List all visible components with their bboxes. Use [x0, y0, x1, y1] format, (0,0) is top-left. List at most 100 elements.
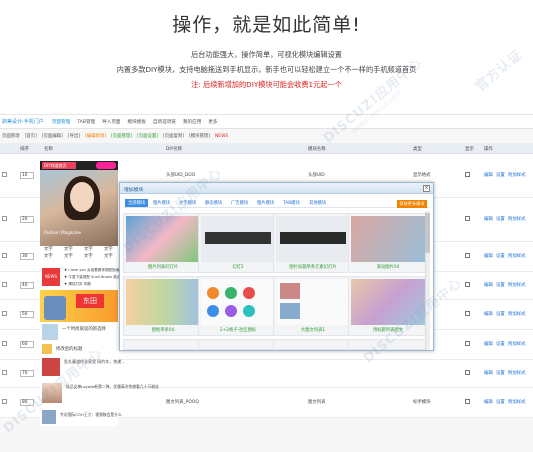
- order-input[interactable]: 20: [20, 216, 34, 223]
- row-checkbox[interactable]: [2, 370, 7, 375]
- tab-image-2[interactable]: 图片模块: [257, 200, 274, 206]
- edit-link[interactable]: 编辑: [484, 253, 493, 259]
- tab-tab-modules[interactable]: TAB模块: [283, 200, 300, 206]
- dialog-scroll-thumb[interactable]: [425, 213, 430, 253]
- grid-icon: [207, 305, 219, 317]
- subnav-edit[interactable]: [页面编辑]: [42, 133, 63, 139]
- module-card[interactable]: 大图文列表1: [273, 276, 353, 336]
- module-card[interactable]: [198, 339, 278, 350]
- promo-person-image: [44, 296, 66, 320]
- visible-checkbox[interactable]: [465, 282, 470, 287]
- edit-link[interactable]: 编辑: [484, 370, 493, 376]
- settings-link[interactable]: 设置: [496, 311, 505, 317]
- settings-link[interactable]: 设置: [496, 282, 505, 288]
- settings-link[interactable]: 设置: [496, 172, 505, 178]
- row-checkbox[interactable]: [2, 172, 7, 177]
- style-link[interactable]: 附加样式: [508, 311, 526, 317]
- grid-text: 文字: [64, 254, 73, 259]
- nav-item-more[interactable]: 更多: [208, 119, 217, 125]
- style-link[interactable]: 附加样式: [508, 253, 526, 259]
- row-checkbox[interactable]: [2, 399, 7, 404]
- edit-link[interactable]: 编辑: [484, 311, 493, 317]
- settings-link[interactable]: 设置: [496, 341, 505, 347]
- module-preview: [201, 279, 275, 325]
- subnav-copy[interactable]: [页面复制]: [163, 133, 184, 139]
- nav-item-pages[interactable]: 页面管理: [52, 119, 70, 125]
- visible-checkbox[interactable]: [465, 172, 470, 177]
- subnav-news[interactable]: NEWS: [215, 134, 228, 139]
- order-input[interactable]: 10: [20, 172, 34, 179]
- row-checkbox[interactable]: [2, 341, 7, 346]
- module-card[interactable]: 图片标题单条元素幻灯片: [273, 213, 353, 273]
- subnav-export[interactable]: [导出]: [68, 133, 80, 139]
- subnav-pages[interactable]: 页面管理: [2, 133, 20, 139]
- tab-static[interactable]: 静态模块: [205, 200, 222, 206]
- order-input[interactable]: 30: [20, 253, 34, 260]
- module-label: 图框单条04: [151, 328, 175, 333]
- list-item-text: 修改后的标题: [56, 347, 83, 352]
- nav-item-templates[interactable]: 模块模板: [128, 119, 146, 125]
- style-link[interactable]: 附加样式: [508, 341, 526, 347]
- settings-link[interactable]: 设置: [496, 370, 505, 376]
- visible-checkbox[interactable]: [465, 399, 470, 404]
- settings-link[interactable]: 设置: [496, 399, 505, 405]
- module-label: 大图文列表1: [300, 328, 326, 333]
- edit-link[interactable]: 编辑: [484, 282, 493, 288]
- style-link[interactable]: 附加样式: [508, 282, 526, 288]
- edit-link[interactable]: 编辑: [484, 172, 493, 178]
- diy-name-cell: 头部UID_DOO: [166, 173, 196, 178]
- settings-link[interactable]: 设置: [496, 216, 505, 222]
- list-item[interactable]: 一个时尚家居的新选择: [40, 322, 118, 342]
- module-card[interactable]: [123, 339, 203, 350]
- get-more-modules-button[interactable]: 获取更多模块: [397, 200, 427, 208]
- module-card[interactable]: 滚动图片04: [348, 213, 428, 273]
- list-item[interactable]: 专访国际COO王力：视频移会是什么: [40, 408, 122, 426]
- module-card[interactable]: 幻灯2: [198, 213, 278, 273]
- nav-item-tabs[interactable]: TAB管理: [77, 119, 95, 125]
- module-card[interactable]: 2+2格子-社区图标: [198, 276, 278, 336]
- style-link[interactable]: 附加样式: [508, 216, 526, 222]
- order-input[interactable]: 40: [20, 282, 34, 289]
- tab-ads[interactable]: 广告模块: [231, 200, 248, 206]
- subnav-home[interactable]: [首页]: [25, 133, 37, 139]
- module-label: 图片标题单条元素幻灯片: [289, 265, 337, 270]
- order-input[interactable]: 70: [20, 370, 34, 377]
- visible-checkbox[interactable]: [465, 253, 470, 258]
- tab-all[interactable]: 全部模块: [125, 199, 149, 207]
- subnav-add[interactable]: [编辑新增]: [85, 133, 106, 139]
- subnav-manage[interactable]: [页面管理]: [111, 133, 132, 139]
- row-checkbox[interactable]: [2, 311, 7, 316]
- module-card[interactable]: [273, 339, 353, 350]
- row-checkbox[interactable]: [2, 253, 7, 258]
- visible-checkbox[interactable]: [465, 341, 470, 346]
- edit-link[interactable]: 编辑: [484, 216, 493, 222]
- subnav-modules[interactable]: [模块管理]: [189, 133, 210, 139]
- nav-item-import[interactable]: 导入页面: [102, 119, 120, 125]
- visible-checkbox[interactable]: [465, 370, 470, 375]
- style-link[interactable]: 附加样式: [508, 370, 526, 376]
- th-diy-name: DIY名称: [166, 147, 183, 152]
- close-icon[interactable]: ×: [423, 185, 430, 192]
- style-link[interactable]: 附加样式: [508, 172, 526, 178]
- settings-link[interactable]: 设置: [496, 253, 505, 259]
- row-checkbox[interactable]: [2, 216, 7, 221]
- brand-label: 启美设计-手机门户: [2, 119, 44, 125]
- style-link[interactable]: 附加样式: [508, 399, 526, 405]
- visible-checkbox[interactable]: [465, 216, 470, 221]
- module-label: 2+2格子-社区图标: [219, 328, 257, 333]
- visible-checkbox[interactable]: [465, 311, 470, 316]
- order-input[interactable]: 60: [20, 341, 34, 348]
- nav-item-apps[interactable]: 我的应用: [183, 119, 201, 125]
- edit-link[interactable]: 编辑: [484, 399, 493, 405]
- module-preview: [201, 216, 275, 262]
- order-input[interactable]: 50: [20, 311, 34, 318]
- subnav-settings[interactable]: [页面设置]: [137, 133, 158, 139]
- edit-link[interactable]: 编辑: [484, 341, 493, 347]
- module-card[interactable]: 图框单条04: [123, 276, 203, 336]
- tab-others[interactable]: 其他模块: [309, 200, 326, 206]
- row-checkbox[interactable]: [2, 282, 7, 287]
- list-thumb: [42, 324, 58, 340]
- grid-text: 文字: [64, 247, 73, 252]
- nav-item-options[interactable]: 自新选项链: [153, 119, 176, 125]
- module-name-cell: 图文列表: [308, 400, 326, 405]
